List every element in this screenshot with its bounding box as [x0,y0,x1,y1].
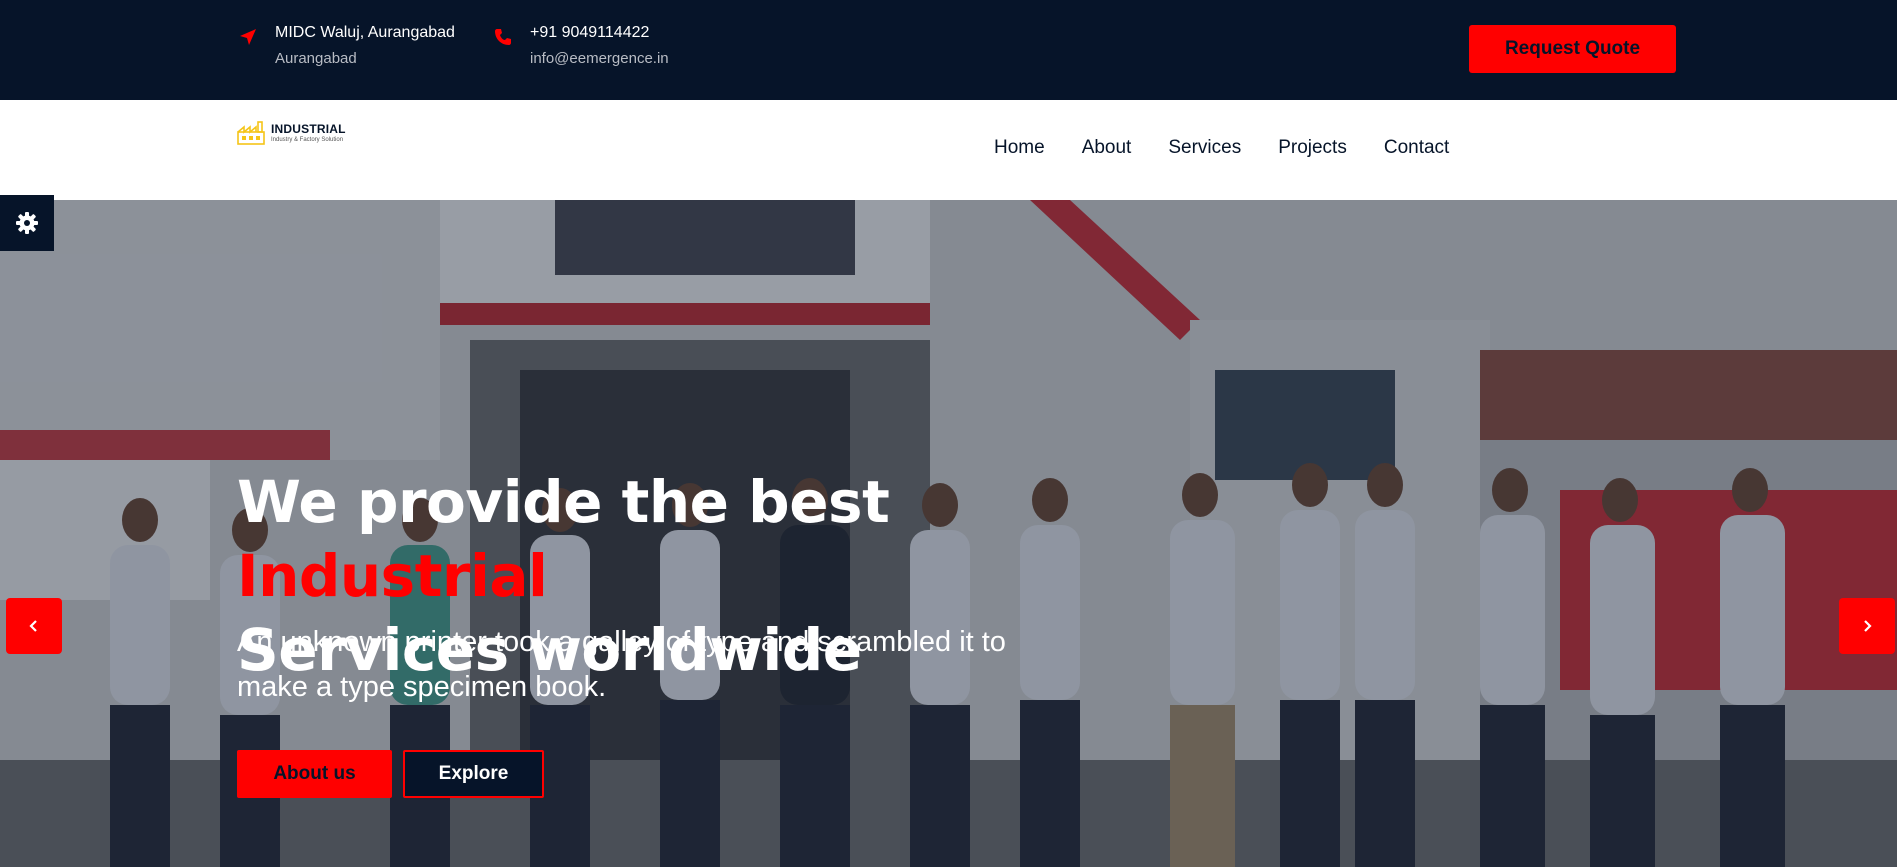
settings-toggle[interactable] [0,195,54,251]
phone-block: +91 9049114422 info@eemergence.in [492,22,669,70]
hero-slider: We provide the best Industrial Services … [0,200,1897,867]
hero-title-part1: We provide the best [237,468,890,536]
top-bar: MIDC Waluj, Aurangabad Aurangabad +91 90… [0,0,1897,100]
main-nav: Home About Services Projects Contact [994,138,1449,158]
logo-title: INDUSTRIAL [271,121,346,136]
location-arrow-icon [237,26,259,48]
about-us-button[interactable]: About us [237,750,392,798]
address-line2: Aurangabad [275,50,357,67]
chevron-right-icon [1864,620,1872,632]
nav-about[interactable]: About [1082,138,1132,158]
logo[interactable]: INDUSTRIAL Industry & Factory Solution [237,120,346,146]
phone-icon [492,26,514,48]
address-block: MIDC Waluj, Aurangabad Aurangabad [237,22,455,70]
request-quote-button[interactable]: Request Quote [1469,25,1676,73]
email-address[interactable]: info@eemergence.in [530,48,669,70]
hero-title-accent: Industrial [237,542,548,610]
explore-button[interactable]: Explore [403,750,544,798]
chevron-left-icon [29,620,37,632]
phone-number[interactable]: +91 9049114422 [530,22,669,44]
gear-icon [16,212,38,234]
nav-projects[interactable]: Projects [1278,138,1347,158]
slider-next-button[interactable] [1839,598,1895,654]
nav-services[interactable]: Services [1168,138,1241,158]
main-navbar: INDUSTRIAL Industry & Factory Solution H… [0,100,1897,200]
slider-prev-button[interactable] [6,598,62,654]
address-line1: MIDC Waluj, Aurangabad [275,24,455,41]
logo-subtitle: Industry & Factory Solution [271,136,344,143]
nav-contact[interactable]: Contact [1384,138,1449,158]
hero-subtitle: An unknown printer took a galley of type… [237,626,1006,703]
factory-logo-icon [237,121,265,145]
nav-home[interactable]: Home [994,138,1045,158]
